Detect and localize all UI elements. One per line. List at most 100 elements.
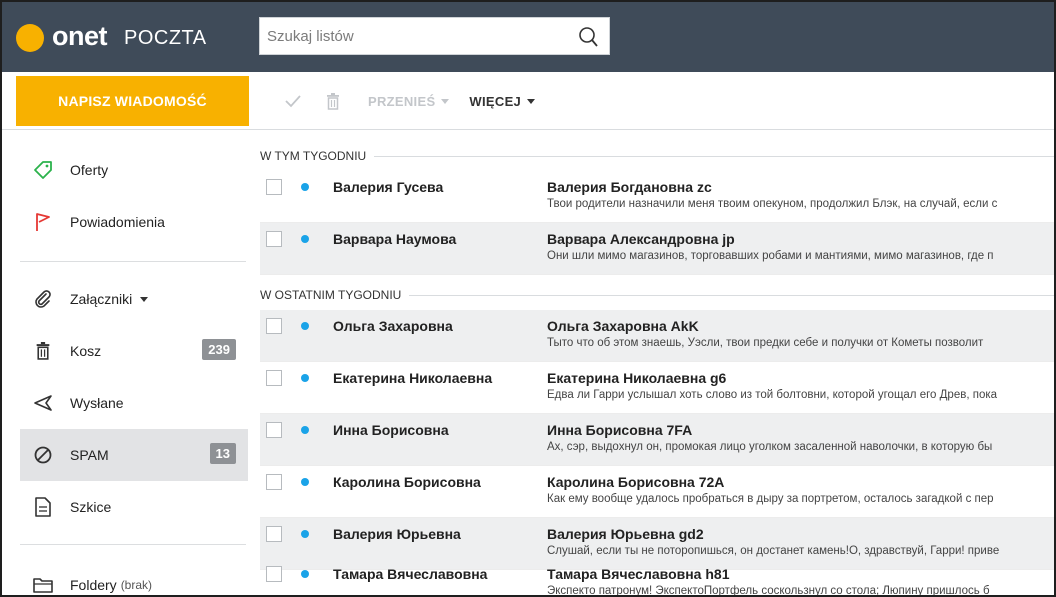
section-divider (374, 155, 1054, 157)
sidebar-divider (20, 261, 246, 262)
check-icon[interactable] (282, 90, 304, 112)
section-header: W OSTATNIM TYGODNIU (260, 284, 1054, 306)
sidebar-item-label: SPAM (70, 447, 109, 463)
mail-row[interactable]: Варвара Наумова Варвара Александровна jp… (260, 223, 1054, 275)
folder-icon (32, 574, 54, 595)
unread-dot-icon (301, 374, 309, 382)
search-input[interactable] (260, 18, 570, 54)
section-divider (409, 294, 1054, 296)
select-checkbox[interactable] (266, 422, 282, 438)
mail-subject: Валерия Юрьевна gd2 (547, 526, 704, 542)
mail-subject: Ольга Захаровна AkK (547, 318, 699, 334)
mail-subject: Варвара Александровна jp (547, 231, 735, 247)
logo-onet-text: onet (52, 21, 108, 51)
sidebar-item-suffix: (brak) (120, 578, 153, 592)
mail-row[interactable]: Екатерина Николаевна Екатерина Николаевн… (260, 362, 1054, 414)
section-title: W TYM TYGODNIU (260, 149, 367, 163)
count-badge: 13 (209, 443, 236, 464)
mail-subject: Тамара Вячеславовна h81 (547, 566, 730, 582)
chevron-down-icon (140, 296, 149, 302)
mail-subject: Екатерина Николаевна g6 (547, 370, 727, 386)
move-label: PRZENIEŚ (368, 93, 436, 109)
select-checkbox[interactable] (266, 526, 282, 542)
mail-sender: Тамара Вячеславовна (333, 566, 488, 582)
select-checkbox[interactable] (266, 179, 282, 195)
sidebar-item-label: Kosz (70, 343, 102, 359)
mail-preview: Твои родители назначили меня твоим опеку… (547, 198, 998, 210)
select-checkbox[interactable] (266, 231, 282, 247)
unread-dot-icon (301, 183, 309, 191)
move-menu-button[interactable]: PRZENIEŚ (368, 93, 450, 109)
compose-button[interactable]: NAPISZ WIADOMOŚĆ (16, 76, 249, 126)
sidebar-item-szkice[interactable]: Szkice (20, 481, 248, 533)
mail-sender: Валерия Гусева (333, 179, 444, 195)
sidebar-item-label: Załączniki (70, 291, 133, 307)
sidebar-item-spam[interactable]: SPAM 13 (20, 429, 248, 481)
logo-dot-icon (16, 24, 44, 52)
sidebar-item-label: Powiadomienia (70, 214, 165, 230)
mail-sender: Екатерина Николаевна (333, 370, 493, 386)
unread-dot-icon (301, 235, 309, 243)
mail-subject: Инна Борисовна 7FA (547, 422, 693, 438)
mail-sender: Валерия Юрьевна (333, 526, 461, 542)
mail-toolbar: PRZENIEŚ WIĘCEJ (264, 76, 536, 126)
mail-preview: Едва ли Гарри услышал хоть слово из той … (547, 389, 998, 401)
logo-poczta-text: POCZTA (124, 27, 207, 49)
mail-sender: Варвара Наумова (333, 231, 457, 247)
more-label: WIĘCEJ (469, 93, 522, 109)
select-checkbox[interactable] (266, 370, 282, 386)
blocked-icon (32, 444, 54, 466)
mail-preview: Экспекто патронум! ЭкспектоПортфель соск… (547, 585, 990, 597)
select-checkbox[interactable] (266, 566, 282, 582)
mail-preview: Слушай, если ты не поторопишься, он дост… (547, 545, 1000, 557)
paperclip-icon (32, 288, 54, 310)
select-checkbox[interactable] (266, 318, 282, 334)
mail-sender: Инна Борисовна (333, 422, 449, 438)
unread-dot-icon (301, 478, 309, 486)
more-menu-button[interactable]: WIĘCEJ (469, 93, 536, 109)
mail-row[interactable]: Каролина Борисовна Каролина Борисовна 72… (260, 466, 1054, 518)
sidebar: Oferty Powiadomienia Załączniki Kosz 239 (2, 130, 260, 595)
sidebar-item-oferty[interactable]: Oferty (20, 144, 248, 196)
mail-list: W TYM TYGODNIU Валерия Гусева Валерия Бо… (260, 130, 1054, 595)
search-box (259, 17, 610, 55)
top-bar: onet POCZTA (2, 2, 1054, 72)
search-icon[interactable] (577, 26, 599, 48)
sidebar-item-foldery[interactable]: Foldery (brak) (20, 559, 248, 595)
mail-preview: Тыто что об этом знаешь, Уэсли, твои пре… (547, 337, 984, 349)
mail-preview: Они шли мимо магазинов, торговавших роба… (547, 250, 994, 262)
mail-preview: Ах, сэр, выдохнул он, промокая лицо угол… (547, 441, 993, 453)
sidebar-item-wyslane[interactable]: Wysłane (20, 377, 248, 429)
tag-icon (32, 159, 54, 181)
mail-subject: Каролина Борисовна 72A (547, 474, 725, 490)
mail-sender: Каролина Борисовна (333, 474, 481, 490)
mail-subject: Валерия Богдановна zc (547, 179, 712, 195)
flag-icon (32, 211, 54, 233)
mail-row[interactable]: Инна Борисовна Инна Борисовна 7FA Ах, сэ… (260, 414, 1054, 466)
select-checkbox[interactable] (266, 474, 282, 490)
sidebar-item-zalaczniki[interactable]: Załączniki (20, 273, 248, 325)
section-title: W OSTATNIM TYGODNIU (260, 288, 402, 302)
mail-sender: Ольга Захаровна (333, 318, 453, 334)
sidebar-item-label: Wysłane (70, 395, 124, 411)
mail-row[interactable]: Валерия Гусева Валерия Богдановна zc Тво… (260, 171, 1054, 223)
unread-dot-icon (301, 322, 309, 330)
sidebar-item-label: Oferty (70, 162, 109, 178)
trash-icon[interactable] (322, 90, 344, 112)
mail-row[interactable]: Ольга Захаровна Ольга Захаровна AkK Тыто… (260, 310, 1054, 362)
mail-row[interactable]: Тамара Вячеславовна Тамара Вячеславовна … (260, 558, 1054, 597)
unread-dot-icon (301, 570, 309, 578)
sidebar-divider (20, 544, 246, 545)
chevron-down-icon (527, 98, 536, 104)
send-icon (32, 392, 54, 414)
count-badge: 239 (202, 339, 236, 360)
mail-app-window: onet POCZTA NAPISZ WIADOMOŚĆ PR (0, 0, 1056, 597)
sidebar-item-powiadomienia[interactable]: Powiadomienia (20, 196, 248, 248)
chevron-down-icon (441, 98, 450, 104)
mail-preview: Как ему вообще удалось пробраться в дыру… (547, 493, 994, 505)
logo[interactable]: onet POCZTA (2, 2, 246, 72)
sidebar-item-kosz[interactable]: Kosz 239 (20, 325, 248, 377)
trash-icon (32, 340, 54, 362)
draft-icon (32, 496, 54, 518)
unread-dot-icon (301, 530, 309, 538)
